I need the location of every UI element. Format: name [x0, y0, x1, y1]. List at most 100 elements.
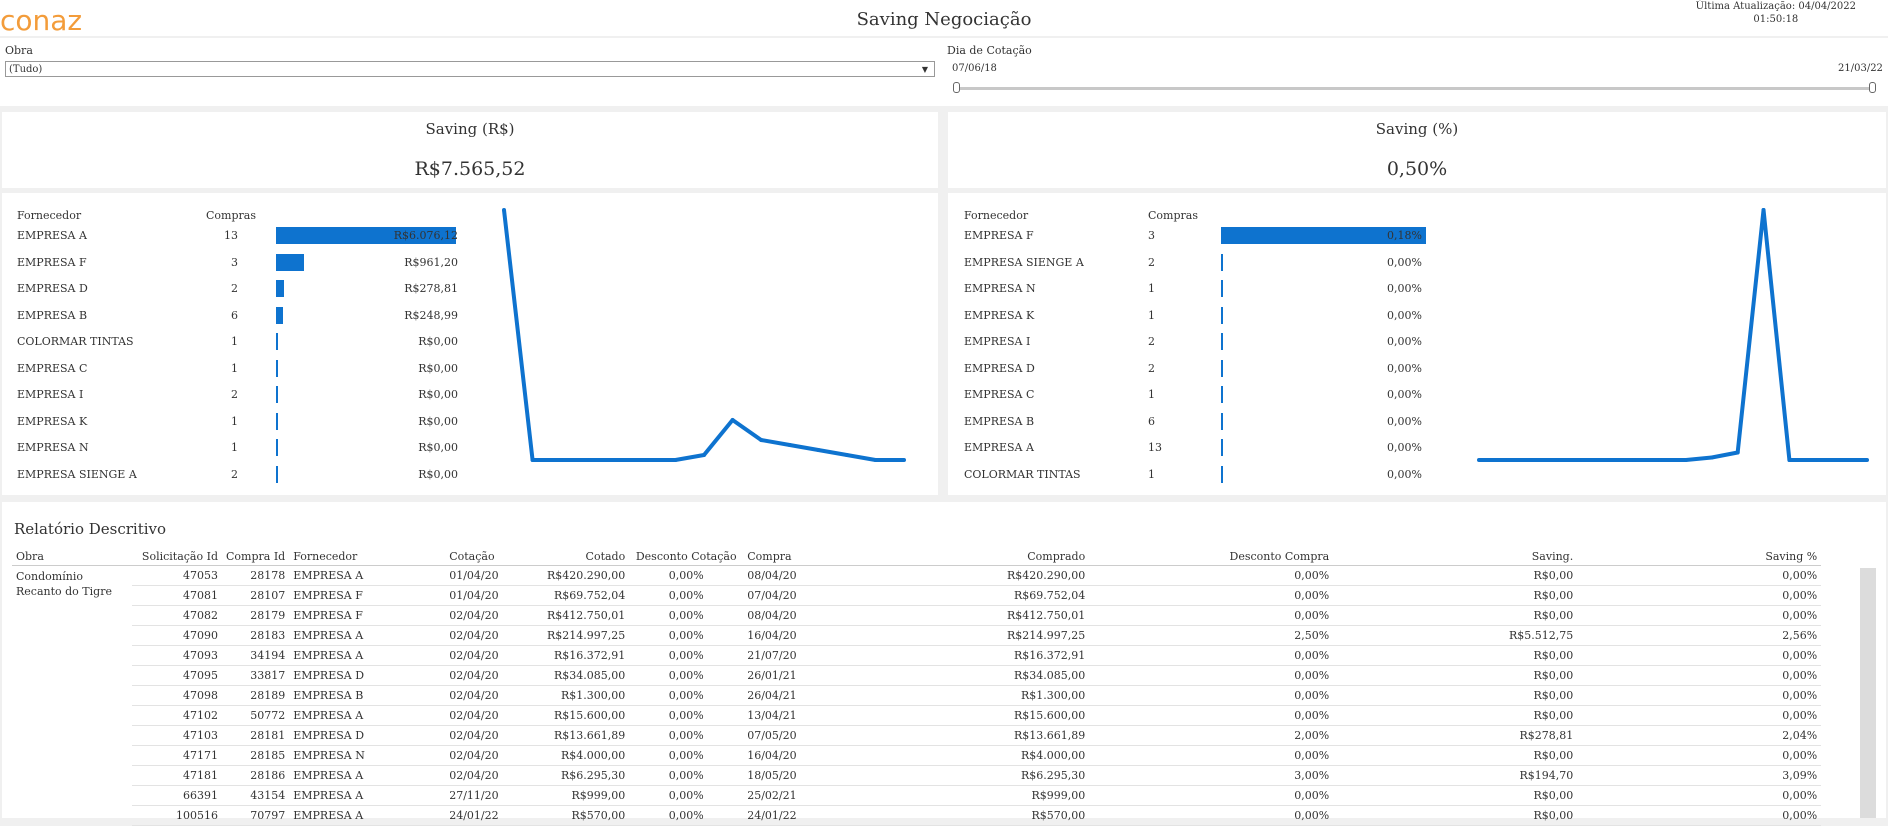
caret-down-icon[interactable]: ▼ — [922, 62, 928, 78]
left-bar[interactable] — [276, 439, 278, 456]
left-supplier-name[interactable]: EMPRESA SIENGE A — [17, 468, 137, 481]
right-trend-series-point[interactable] — [1813, 458, 1818, 462]
right-bar[interactable] — [1221, 253, 1223, 271]
table-row[interactable]: 47093 34194 EMPRESA A 02/04/20 R$16.372,91 0,… — [12, 645, 1822, 666]
left-trend-series-point[interactable] — [787, 443, 792, 447]
right-trend-series-point[interactable] — [1865, 458, 1869, 462]
right-bar[interactable] — [1221, 359, 1223, 377]
col-desconto-compra[interactable]: Desconto Compra — [1089, 548, 1334, 566]
right-trend-series-line[interactable] — [1479, 208, 1867, 462]
left-trend-series-point[interactable] — [816, 448, 821, 452]
date-slider-start-handle[interactable] — [953, 82, 960, 93]
report-scrollbar[interactable] — [1860, 568, 1876, 818]
right-supplier-name[interactable]: EMPRESA F — [964, 229, 1034, 242]
left-bar[interactable] — [276, 333, 278, 350]
col-desconto-cotacao[interactable]: Desconto Cotação — [629, 548, 744, 566]
right-trend-series-point[interactable] — [1709, 455, 1714, 460]
left-bar[interactable] — [276, 386, 278, 403]
left-trend-series-line[interactable] — [502, 209, 904, 462]
right-supplier-name[interactable]: EMPRESA B — [964, 415, 1034, 428]
right-bar[interactable] — [1221, 306, 1223, 324]
table-row[interactable]: 47090 28183 EMPRESA A 02/04/20 R$214.997,25 0… — [12, 625, 1822, 646]
col-obra[interactable]: Obra — [12, 548, 132, 566]
table-row[interactable]: 47098 28189 EMPRESA B 02/04/20 R$1.300,00 0,0… — [12, 685, 1822, 706]
right-supplier-name[interactable]: EMPRESA D — [964, 362, 1035, 375]
left-trend-series-point[interactable] — [844, 453, 849, 457]
table-row[interactable]: 100516 70797 EMPRESA A 24/01/22 R$570,00 0,00… — [12, 805, 1822, 826]
right-trend-series-point[interactable] — [1477, 458, 1481, 462]
right-supplier-name[interactable]: EMPRESA C — [964, 388, 1034, 401]
left-supplier-name[interactable]: EMPRESA B — [17, 309, 87, 322]
right-trend-series-point[interactable] — [1761, 208, 1766, 212]
table-row[interactable]: 66391 43154 EMPRESA A 27/11/20 R$999,00 0,00%… — [12, 785, 1822, 806]
left-trend-series-point[interactable] — [502, 208, 506, 212]
right-supplier-name[interactable]: EMPRESA K — [964, 309, 1034, 322]
right-bar[interactable] — [1221, 333, 1223, 350]
left-trend-series-point[interactable] — [730, 418, 735, 422]
right-supplier-name[interactable]: EMPRESA N — [964, 282, 1036, 295]
right-trend-series-point[interactable] — [1839, 458, 1844, 462]
table-row[interactable]: 47095 33817 EMPRESA D 02/04/20 R$34.085,00 0,… — [12, 665, 1822, 686]
left-trend-series-point[interactable] — [530, 458, 535, 462]
col-cotado[interactable]: Cotado — [535, 548, 630, 566]
table-row[interactable]: 47102 50772 EMPRESA A 02/04/20 R$15.600,00 0,… — [12, 705, 1822, 726]
left-trend-series-point[interactable] — [559, 458, 564, 462]
right-supplier-name[interactable]: EMPRESA I — [964, 335, 1030, 348]
right-trend-series-point[interactable] — [1606, 458, 1611, 462]
left-bar[interactable] — [276, 412, 278, 430]
right-trend-series-point[interactable] — [1735, 450, 1740, 455]
col-saving-pct[interactable]: Saving % — [1577, 548, 1822, 566]
right-bar[interactable] — [1221, 386, 1223, 403]
left-trend-series-point[interactable] — [616, 458, 621, 462]
left-supplier-name[interactable]: EMPRESA F — [17, 256, 87, 269]
left-trend-series-point[interactable] — [759, 438, 764, 442]
right-bar[interactable] — [1221, 412, 1223, 430]
left-supplier-name[interactable]: COLORMAR TINTAS — [17, 335, 134, 348]
left-bar[interactable] — [276, 253, 305, 271]
right-bar[interactable] — [1221, 465, 1223, 483]
right-trend-series-point[interactable] — [1580, 458, 1585, 462]
left-trend-series-point[interactable] — [644, 458, 649, 462]
left-supplier-name[interactable]: EMPRESA A — [17, 229, 87, 242]
col-solicitacao-id[interactable]: Solicitação Id — [132, 548, 222, 566]
col-saving[interactable]: Saving. — [1333, 548, 1578, 566]
right-trend-series-point[interactable] — [1658, 458, 1663, 462]
right-bar[interactable] — [1221, 280, 1223, 297]
left-bar[interactable] — [276, 359, 278, 377]
left-bar[interactable] — [276, 465, 278, 483]
date-slider-track[interactable] — [956, 87, 1873, 90]
obra-select[interactable]: (Tudo) ▼ — [5, 61, 935, 77]
right-trend-series-point[interactable] — [1632, 458, 1637, 462]
right-trend-series-point[interactable] — [1683, 458, 1688, 462]
left-supplier-name[interactable]: EMPRESA K — [17, 415, 87, 428]
table-row[interactable]: 47081 28107 EMPRESA F 01/04/20 R$69.752,04 0,… — [12, 585, 1822, 606]
col-fornecedor[interactable]: Fornecedor — [289, 548, 446, 566]
left-supplier-name[interactable]: EMPRESA C — [17, 362, 87, 375]
col-compra[interactable]: Compra — [743, 548, 822, 566]
table-row[interactable]: Condomínio Recanto do Tigre 47053 28178 EMP… — [12, 565, 1822, 598]
table-row[interactable]: 47082 28179 EMPRESA F 02/04/20 R$412.750,01 0… — [12, 605, 1822, 626]
left-trend-series-point[interactable] — [873, 458, 878, 462]
right-supplier-name[interactable]: COLORMAR TINTAS — [964, 468, 1081, 481]
col-comprado[interactable]: Comprado — [821, 548, 1090, 566]
right-bar[interactable] — [1221, 439, 1223, 456]
table-row[interactable]: 47171 28185 EMPRESA N 02/04/20 R$4.000,00 0,0… — [12, 745, 1822, 766]
col-cotacao[interactable]: Cotação — [445, 548, 536, 566]
right-supplier-name[interactable]: EMPRESA A — [964, 441, 1034, 454]
left-supplier-name[interactable]: EMPRESA I — [17, 388, 83, 401]
right-trend-series-point[interactable] — [1528, 458, 1533, 462]
col-compra-id[interactable]: Compra Id — [222, 548, 290, 566]
left-bar[interactable] — [276, 280, 285, 297]
left-supplier-name[interactable]: EMPRESA N — [17, 441, 89, 454]
right-trend-series-point[interactable] — [1502, 458, 1507, 462]
date-slider-end-handle[interactable] — [1869, 82, 1876, 93]
left-supplier-name[interactable]: EMPRESA D — [17, 282, 88, 295]
left-bar[interactable] — [276, 306, 284, 324]
left-trend-series-point[interactable] — [587, 458, 592, 462]
left-trend-series-point[interactable] — [702, 453, 706, 457]
right-trend-series-point[interactable] — [1787, 458, 1792, 462]
table-row[interactable]: 47181 28186 EMPRESA A 02/04/20 R$6.295,30 0,0… — [12, 765, 1822, 786]
left-trend-series-point[interactable] — [902, 458, 906, 462]
left-trend-series-point[interactable] — [673, 458, 678, 462]
table-row[interactable]: 47103 28181 EMPRESA D 02/04/20 R$13.661,89 0,… — [12, 725, 1822, 746]
